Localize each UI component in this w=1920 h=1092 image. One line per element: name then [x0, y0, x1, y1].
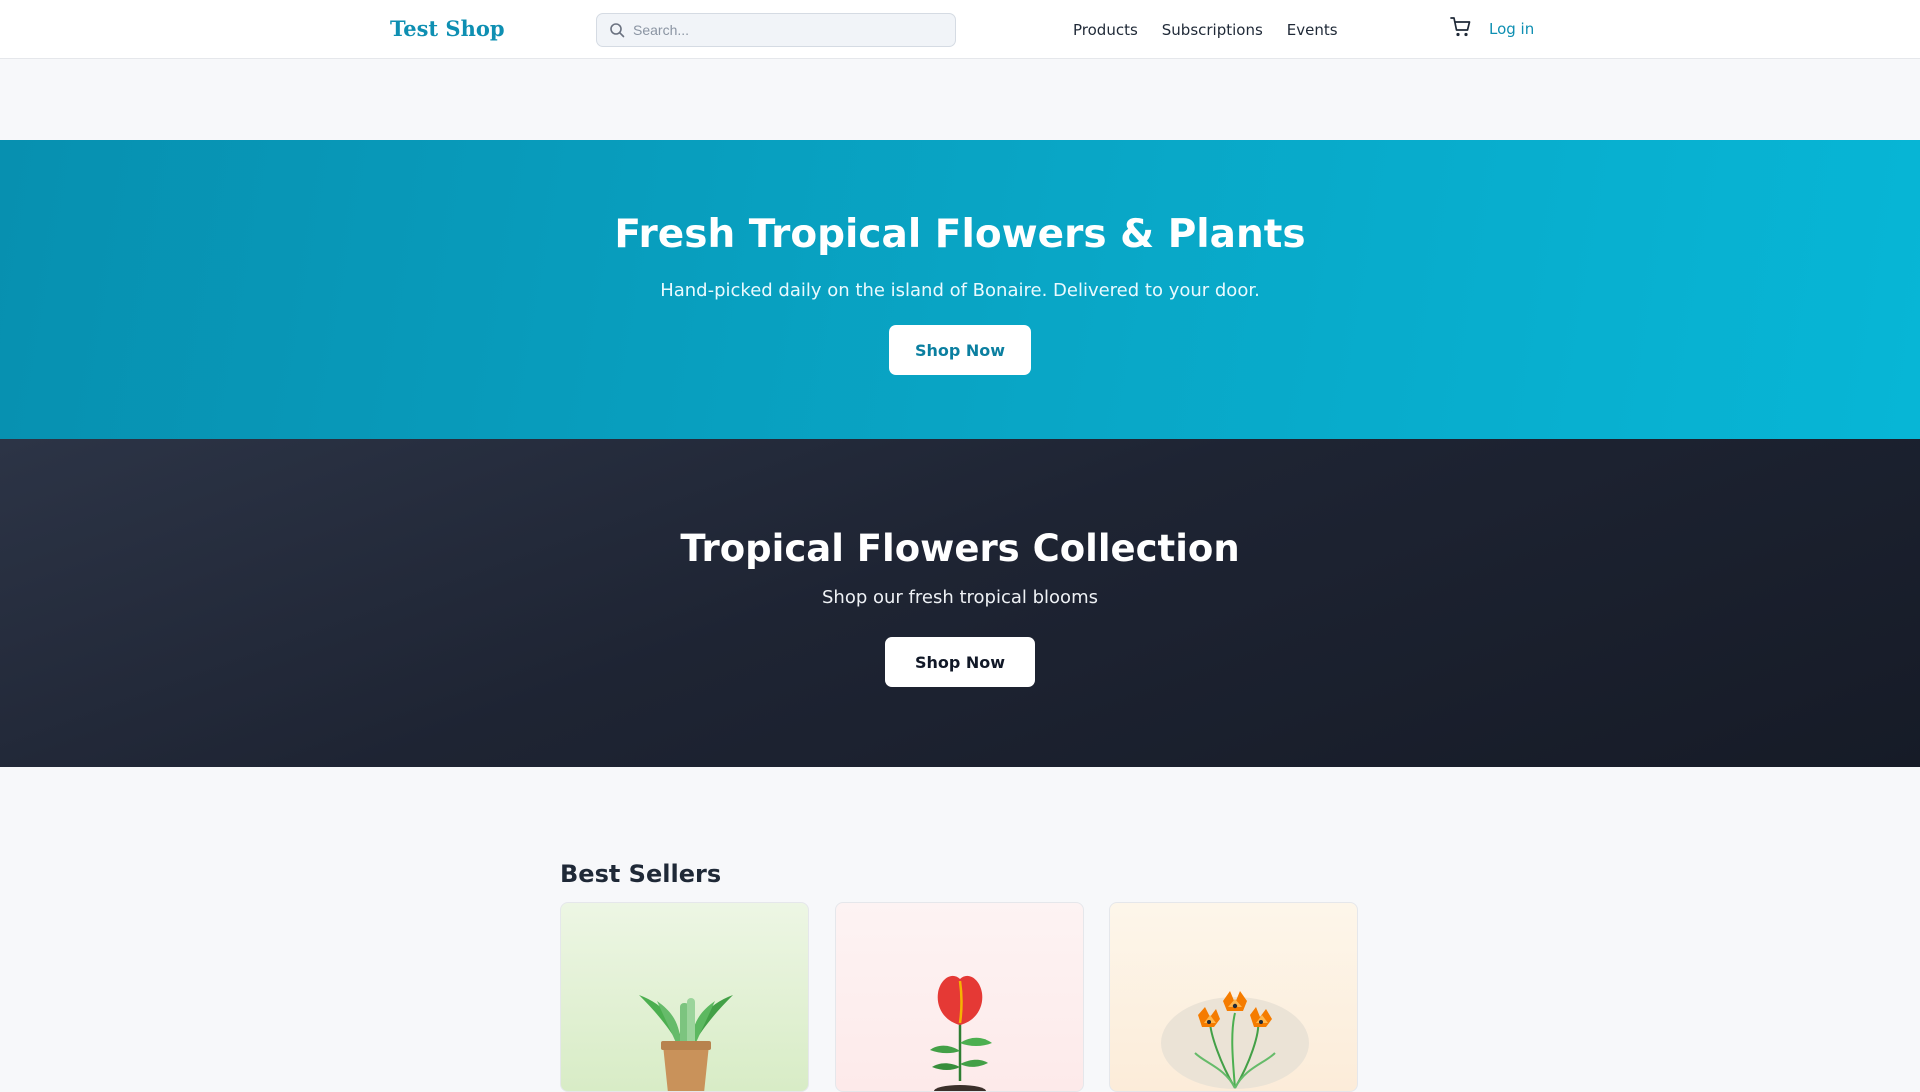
nav-products[interactable]: Products	[1073, 21, 1138, 39]
hero-shop-now-button[interactable]: Shop Now	[889, 325, 1031, 375]
hero-subtitle: Hand-picked daily on the island of Bonai…	[660, 280, 1260, 301]
bird-of-paradise-image	[1161, 991, 1309, 1089]
potted-plant-image	[639, 995, 733, 1091]
login-link[interactable]: Log in	[1489, 20, 1534, 38]
collection-subtitle: Shop our fresh tropical blooms	[822, 587, 1098, 608]
collection-title: Tropical Flowers Collection	[680, 527, 1240, 570]
product-card-potted-plant[interactable]	[560, 902, 809, 1092]
collection-banner: Tropical Flowers Collection Shop our fre…	[0, 439, 1920, 767]
hero-banner: Fresh Tropical Flowers & Plants Hand-pic…	[0, 140, 1920, 439]
best-sellers-title: Best Sellers	[560, 860, 722, 888]
nav-events[interactable]: Events	[1287, 21, 1338, 39]
anthurium-image	[930, 975, 992, 1091]
hero-title: Fresh Tropical Flowers & Plants	[614, 212, 1306, 257]
nav-subscriptions[interactable]: Subscriptions	[1162, 21, 1263, 39]
main-nav: Products Subscriptions Events	[1073, 21, 1338, 39]
search-input[interactable]	[633, 14, 943, 46]
cart-icon[interactable]	[1450, 16, 1472, 38]
site-logo[interactable]: Test Shop	[390, 16, 505, 41]
site-header: Test Shop Products Subscriptions Events …	[0, 0, 1920, 59]
search-icon	[610, 23, 625, 38]
collection-shop-now-button[interactable]: Shop Now	[885, 637, 1035, 687]
search-box[interactable]	[596, 13, 956, 47]
product-card-bird-of-paradise[interactable]	[1109, 902, 1358, 1092]
product-card-anthurium[interactable]	[835, 902, 1084, 1092]
